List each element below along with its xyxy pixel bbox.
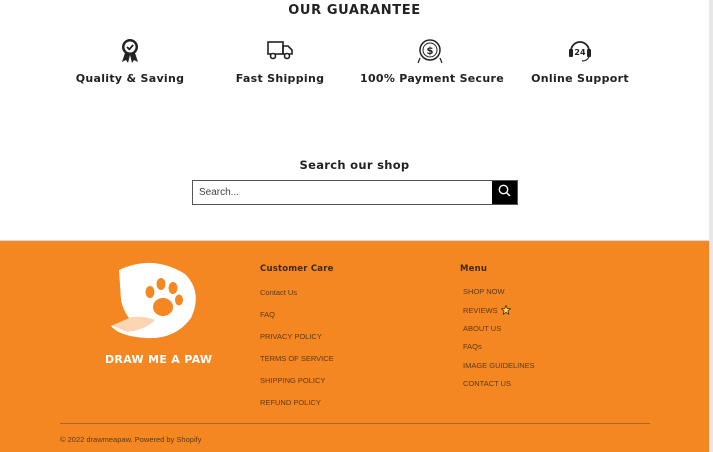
svg-text:24: 24 bbox=[574, 48, 586, 57]
footer-link-faq[interactable]: FAQ bbox=[260, 310, 334, 332]
award-ribbon-icon bbox=[68, 38, 192, 64]
search-title: Search our shop bbox=[299, 158, 410, 172]
search-icon bbox=[498, 184, 511, 202]
svg-text:$: $ bbox=[427, 46, 434, 57]
feature-label: Fast Shipping bbox=[235, 72, 325, 85]
feature-quality-saving: Quality & Saving bbox=[68, 38, 192, 85]
footer-link-privacy-policy[interactable]: PRIVACY POLICY bbox=[260, 332, 334, 354]
search-input[interactable] bbox=[193, 181, 492, 204]
footer-link-refund-policy[interactable]: REFUND POLICY bbox=[260, 398, 334, 420]
footer-link-shipping-policy[interactable]: SHIPPING POLICY bbox=[260, 376, 334, 398]
menu-link-shop-now[interactable]: SHOP NOW bbox=[463, 287, 535, 305]
support-24-icon: 24 bbox=[525, 38, 635, 64]
site-footer: DRAW ME A PAW Customer Care Contact Us F… bbox=[0, 241, 709, 452]
scrollbar[interactable] bbox=[709, 0, 713, 452]
menu-link-label: REVIEWS bbox=[463, 306, 498, 316]
menu-link-image-guidelines[interactable]: IMAGE GUIDELINES bbox=[463, 361, 535, 379]
feature-label: 100% Payment Secure bbox=[360, 72, 504, 85]
feature-online-support: 24 Online Support bbox=[525, 38, 635, 85]
search-form bbox=[192, 180, 518, 205]
copyright-text: © 2022 drawmeapaw. Powered by Shopify bbox=[60, 435, 202, 444]
footer-link-contact-us[interactable]: Contact Us bbox=[260, 288, 334, 310]
brand-name: DRAW ME A PAW bbox=[105, 353, 213, 366]
menu-link-about-us[interactable]: ABOUT US bbox=[463, 324, 535, 342]
paw-logo-icon bbox=[109, 262, 196, 339]
feature-label: Online Support bbox=[531, 72, 629, 85]
footer-divider bbox=[60, 423, 650, 424]
guarantee-title: OUR GUARANTEE bbox=[288, 3, 421, 18]
delivery-truck-icon bbox=[225, 38, 335, 64]
search-button[interactable] bbox=[492, 181, 517, 204]
secure-coin-icon: $ bbox=[360, 38, 500, 64]
brand-logo[interactable]: DRAW ME A PAW bbox=[105, 260, 213, 366]
menu-link-reviews[interactable]: REVIEWS bbox=[463, 305, 535, 323]
menu-heading: Menu bbox=[460, 264, 488, 274]
feature-fast-shipping: Fast Shipping bbox=[225, 38, 335, 85]
menu-links: SHOP NOW REVIEWS ABOUT US FAQs IMAGE GUI… bbox=[463, 287, 535, 397]
feature-label: Quality & Saving bbox=[75, 72, 185, 85]
menu-link-faqs[interactable]: FAQs bbox=[463, 342, 535, 360]
feature-payment-secure: $ 100% Payment Secure bbox=[360, 38, 504, 85]
menu-link-contact-us[interactable]: CONTACT US bbox=[463, 379, 535, 397]
star-icon bbox=[500, 305, 511, 317]
customer-care-heading: Customer Care bbox=[260, 264, 334, 274]
footer-link-terms-of-service[interactable]: TERMS OF SERVICE bbox=[260, 354, 334, 376]
customer-care-links: Contact Us FAQ PRIVACY POLICY TERMS OF S… bbox=[260, 288, 334, 420]
